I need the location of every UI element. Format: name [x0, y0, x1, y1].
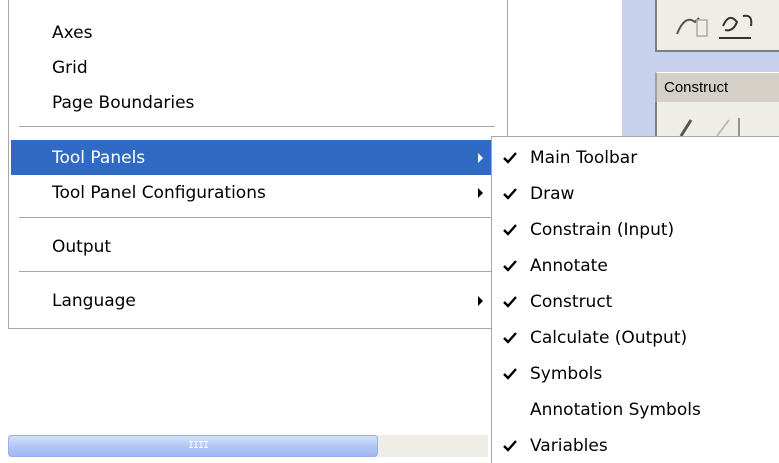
submenu-item-label: Construct	[530, 292, 613, 312]
menu-separator	[19, 271, 495, 273]
submenu-item-label: Main Toolbar	[530, 148, 638, 168]
checkmark-icon	[503, 224, 517, 236]
construct-tools-icon[interactable]	[677, 114, 757, 138]
menu-item-label: Output	[52, 236, 112, 257]
menu-item-grid[interactable]: Grid	[11, 50, 505, 85]
checkmark-icon	[503, 296, 517, 308]
submenu-item-annotate[interactable]: Annotate	[492, 248, 778, 284]
menu-separator	[19, 126, 495, 128]
construct-panel-header[interactable]: Construct	[655, 72, 779, 102]
menu-item-label: Page Boundaries	[52, 92, 195, 113]
window-edge	[0, 0, 8, 330]
menu-item-axes[interactable]: Axes	[11, 15, 505, 50]
menu-item-label: Axes	[52, 22, 93, 43]
view-menu: Axes Grid Page Boundaries Tool Panels To…	[8, 0, 508, 329]
submenu-item-symbols[interactable]: Symbols	[492, 356, 778, 392]
submenu-item-constrain-input[interactable]: Constrain (Input)	[492, 212, 778, 248]
checkmark-icon	[503, 440, 517, 452]
submenu-item-calculate-output[interactable]: Calculate (Output)	[492, 320, 778, 356]
submenu-item-label: Annotate	[530, 256, 608, 276]
submenu-item-label: Variables	[530, 436, 608, 456]
menu-item-language[interactable]: Language	[11, 283, 505, 318]
checkmark-icon	[503, 260, 517, 272]
submenu-arrow-icon	[478, 295, 483, 306]
menu-item-label: Grid	[52, 57, 88, 78]
submenu-item-main-toolbar[interactable]: Main Toolbar	[492, 140, 778, 176]
submenu-item-label: Calculate (Output)	[530, 328, 688, 348]
menu-separator	[19, 217, 495, 219]
symbol-tools-icon[interactable]	[675, 4, 775, 44]
menu-item-output[interactable]: Output	[11, 229, 505, 264]
menu-item-label: Tool Panels	[52, 147, 146, 168]
checkmark-icon	[503, 332, 517, 344]
submenu-item-annotation-symbols[interactable]: Annotation Symbols	[492, 392, 778, 428]
checkmark-icon	[503, 188, 517, 200]
tool-panels-submenu: Main Toolbar Draw Constrain (Input) Anno…	[491, 136, 779, 463]
checkmark-icon	[503, 368, 517, 380]
menu-item-label: Language	[52, 290, 136, 311]
submenu-item-draw[interactable]: Draw	[492, 176, 778, 212]
menu-item-label: Tool Panel Configurations	[52, 182, 266, 203]
tool-panel-toolbar	[655, 0, 779, 52]
submenu-item-variables[interactable]: Variables	[492, 428, 778, 463]
menu-item-tool-panels[interactable]: Tool Panels	[11, 140, 505, 175]
submenu-item-construct[interactable]: Construct	[492, 284, 778, 320]
checkmark-icon	[503, 152, 517, 164]
submenu-item-label: Symbols	[530, 364, 603, 384]
submenu-arrow-icon	[478, 187, 483, 198]
app-window: Construct IIII Axes Grid Page Boundaries…	[0, 0, 779, 463]
submenu-item-label: Annotation Symbols	[530, 400, 701, 420]
menu-item-page-boundaries[interactable]: Page Boundaries	[11, 85, 505, 120]
submenu-arrow-icon	[478, 152, 483, 163]
grip-lines-icon: IIII	[188, 440, 209, 451]
menu-item-tool-panel-configurations[interactable]: Tool Panel Configurations	[11, 175, 505, 210]
submenu-item-label: Draw	[530, 184, 575, 204]
submenu-item-label: Constrain (Input)	[530, 220, 675, 240]
